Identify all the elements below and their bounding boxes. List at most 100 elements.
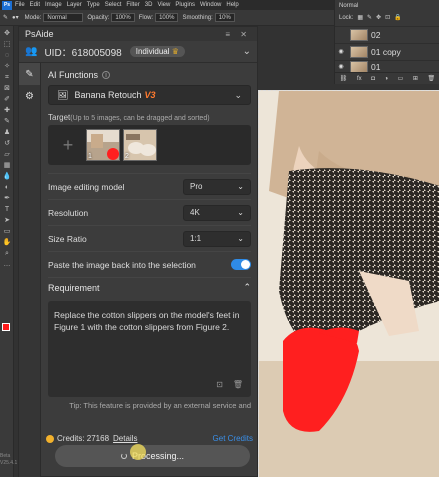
menu-window[interactable]: Window	[200, 2, 221, 8]
brush-tool-icon[interactable]: ✎	[2, 118, 12, 125]
frame-tool-icon[interactable]: ⊠	[2, 85, 12, 92]
ai-functions-heading: AI Functions i	[48, 70, 251, 80]
trash-icon[interactable]: 🗑	[233, 379, 243, 391]
shape-tool-icon[interactable]: ▭	[2, 228, 12, 235]
menu-edit[interactable]: Edit	[30, 2, 40, 8]
layer-row[interactable]: ◉ 01	[335, 60, 439, 72]
panel-content: AI Functions i 🖼 Banana Retouch V3 ⌄ Tar…	[41, 63, 258, 477]
quick-select-tool-icon[interactable]: ✧	[2, 63, 12, 70]
opacity-input[interactable]: 100%	[111, 13, 135, 22]
lock-pixels-icon[interactable]: ▦	[357, 14, 363, 21]
paste-back-label: Paste the image back into the selection	[48, 259, 196, 270]
layers-panel: Normal Lock: ▦ ✎ ✥ ⊡ 🔒 02 ◉ 01 copy ◉ 01…	[334, 0, 439, 84]
target-images-area[interactable]: + 1 2	[48, 125, 251, 165]
requirement-header[interactable]: Requirement ⌃	[48, 277, 251, 297]
resolution-select[interactable]: 4K ⌄	[183, 204, 251, 221]
eraser-tool-icon[interactable]: ▱	[2, 151, 12, 158]
new-layer-icon[interactable]: ⊞	[413, 75, 418, 82]
model-label: Image editing model	[48, 181, 125, 192]
lasso-tool-icon[interactable]: ◌	[2, 52, 12, 59]
link-icon[interactable]: ⛓	[340, 75, 348, 82]
panel-menu-icon[interactable]: ≡ ✕	[225, 30, 251, 39]
plan-badge[interactable]: Individual ♛	[129, 46, 185, 57]
users-icon: 👥	[25, 46, 38, 57]
dodge-tool-icon[interactable]: ◐	[2, 184, 12, 191]
menu-select[interactable]: Select	[105, 2, 122, 8]
model-select[interactable]: Pro ⌄	[183, 178, 251, 195]
crop-tool-icon[interactable]: ⌗	[2, 74, 12, 81]
hand-tool-icon[interactable]: ✋	[2, 239, 12, 246]
menu-3d[interactable]: 3D	[145, 2, 153, 8]
get-credits-link[interactable]: Get Credits	[213, 434, 253, 443]
gradient-tool-icon[interactable]: ▦	[2, 162, 12, 169]
brush-preset-icon[interactable]: ●▾	[12, 14, 19, 21]
info-icon[interactable]: i	[102, 71, 111, 79]
layer-row[interactable]: ◉ 01 copy	[335, 43, 439, 59]
image-insert-icon[interactable]: ⊡	[216, 379, 223, 391]
details-link[interactable]: Details	[113, 434, 137, 443]
menu-plugins[interactable]: Plugins	[175, 2, 195, 8]
credits-label: Credits: 27168	[57, 434, 110, 443]
layer-thumbnail	[350, 28, 368, 41]
lock-move-icon[interactable]: ✥	[376, 14, 381, 21]
brush-tool-icon[interactable]: ✎	[3, 14, 8, 21]
type-tool-icon[interactable]: T	[2, 206, 12, 213]
lock-artboard-icon[interactable]: ⊡	[385, 14, 390, 21]
mask-icon[interactable]: ◘	[371, 76, 375, 82]
eye-icon[interactable]: ◉	[335, 63, 347, 70]
canvas-photo	[259, 91, 439, 477]
menu-help[interactable]: Help	[226, 2, 238, 8]
lock-all-icon[interactable]: 🔒	[394, 14, 401, 21]
coin-icon	[46, 434, 54, 443]
menu-file[interactable]: File	[15, 2, 25, 8]
marquee-tool-icon[interactable]: ⬚	[2, 41, 12, 48]
resolution-row: Resolution 4K ⌄	[48, 199, 251, 225]
stamp-tool-icon[interactable]: ♟	[2, 129, 12, 136]
menu-image[interactable]: Image	[45, 2, 62, 8]
fx-icon[interactable]: fx	[357, 76, 362, 82]
menu-view[interactable]: View	[157, 2, 170, 8]
target-image-2[interactable]: 2	[123, 129, 157, 161]
tools-panel: ✥ ⬚ ◌ ✧ ⌗ ⊠ ✐ ✚ ✎ ♟ ↺ ▱ ▦ 💧 ◐ ✒ T ➤ ▭ ✋ …	[0, 26, 17, 477]
flow-input[interactable]: 100%	[155, 13, 179, 22]
mode-select[interactable]: Normal	[43, 13, 84, 22]
document-canvas[interactable]	[258, 90, 439, 477]
pen-tool-icon[interactable]: ✒	[2, 195, 12, 202]
settings-tab-icon[interactable]: ⚙	[19, 85, 40, 107]
flow-label: Flow:	[138, 14, 154, 21]
paste-back-toggle[interactable]	[231, 259, 251, 270]
blur-tool-icon[interactable]: 💧	[2, 173, 12, 180]
add-image-icon[interactable]: +	[53, 135, 83, 156]
lock-brush-icon[interactable]: ✎	[367, 14, 372, 21]
trash-icon[interactable]: 🗑	[428, 75, 436, 82]
blend-mode-select[interactable]: Normal	[339, 3, 358, 9]
menu-filter[interactable]: Filter	[126, 2, 139, 8]
move-tool-icon[interactable]: ✥	[2, 30, 12, 37]
menu-type[interactable]: Type	[87, 2, 100, 8]
healing-tool-icon[interactable]: ✚	[2, 107, 12, 114]
path-select-tool-icon[interactable]: ➤	[2, 217, 12, 224]
more-tools-icon[interactable]: …	[2, 261, 12, 268]
foreground-color-swatch[interactable]	[2, 323, 10, 331]
layer-row[interactable]: 02	[335, 26, 439, 42]
panel-sidebar: ✎ ⚙	[19, 63, 41, 477]
smoothing-input[interactable]: 10%	[214, 13, 235, 22]
zoom-tool-icon[interactable]: ⌕	[2, 250, 12, 257]
target-image-1[interactable]: 1	[86, 129, 120, 161]
eye-icon[interactable]: ◉	[335, 48, 347, 55]
mode-label: Mode:	[24, 14, 42, 21]
menu-layer[interactable]: Layer	[67, 2, 82, 8]
uid-label: UID：618005098	[44, 48, 122, 59]
folder-icon[interactable]: ▭	[398, 75, 404, 82]
process-button[interactable]: Processing...	[55, 445, 250, 467]
history-brush-tool-icon[interactable]: ↺	[2, 140, 12, 147]
ratio-select[interactable]: 1:1 ⌄	[183, 230, 251, 247]
function-select[interactable]: 🖼 Banana Retouch V3 ⌄	[48, 85, 251, 105]
chevron-down-icon[interactable]: ⌄	[243, 46, 251, 57]
lock-label: Lock:	[339, 14, 354, 21]
plan-label: Individual	[135, 47, 170, 56]
eyedropper-tool-icon[interactable]: ✐	[2, 96, 12, 103]
requirement-textarea[interactable]: Replace the cotton slippers on the model…	[48, 301, 251, 397]
edit-tab-icon[interactable]: ✎	[19, 63, 40, 85]
adjustment-icon[interactable]: ◑	[384, 76, 388, 82]
